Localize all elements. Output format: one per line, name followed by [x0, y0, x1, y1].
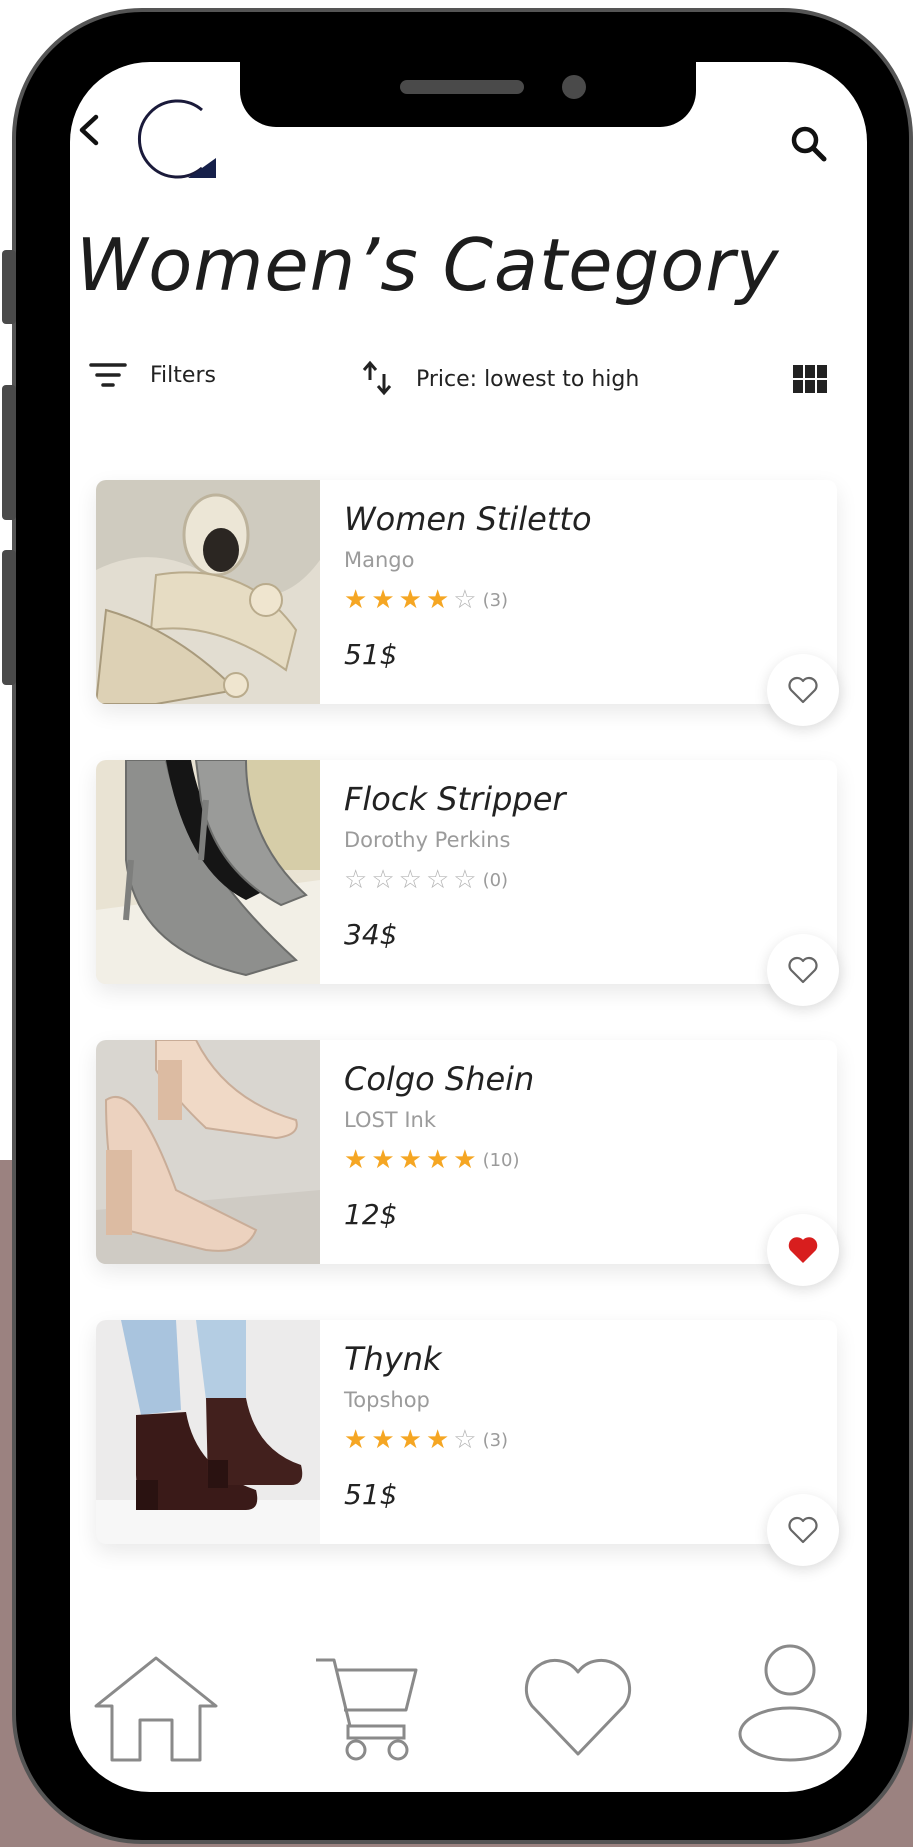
- product-image: [96, 760, 320, 984]
- star-empty-icon: ☆: [453, 585, 477, 615]
- cart-icon: [316, 1658, 418, 1761]
- brand-logo: [130, 90, 230, 185]
- rating-count: (3): [482, 1429, 509, 1451]
- rating-count: (10): [482, 1149, 520, 1171]
- product-brand: Dorothy Perkins: [344, 828, 511, 852]
- phone-side-button: [2, 250, 16, 324]
- grid-view-toggle[interactable]: [792, 364, 828, 394]
- favorite-button[interactable]: [767, 1214, 839, 1286]
- grid-view-icon: [793, 365, 827, 393]
- heart-filled-icon: [788, 1237, 818, 1263]
- heart-outline-icon: [788, 956, 818, 984]
- product-price: 34$: [344, 918, 398, 951]
- sort-arrows-icon: [362, 360, 392, 396]
- rating-count: (0): [482, 869, 509, 891]
- nav-home[interactable]: [92, 1654, 220, 1768]
- nav-favorites[interactable]: [522, 1656, 634, 1764]
- rating-count: (3): [482, 589, 509, 611]
- nav-cart[interactable]: [312, 1654, 424, 1768]
- phone-camera: [562, 75, 586, 99]
- home-icon: [94, 1656, 218, 1762]
- product-name: Flock Stripper: [344, 780, 566, 818]
- star-empty-icon: ☆: [344, 865, 368, 895]
- star-empty-icon: ☆: [371, 865, 395, 895]
- star-filled-icon: ★: [344, 1425, 368, 1455]
- phone-side-button: [2, 550, 16, 685]
- product-name: Colgo Shein: [344, 1060, 535, 1098]
- favorite-button[interactable]: [767, 1494, 839, 1566]
- star-empty-icon: ☆: [425, 865, 450, 895]
- rating-stars: ★ ★ ★ ★ ★ (10): [344, 1147, 520, 1173]
- product-image: [96, 480, 320, 704]
- product-price: 51$: [344, 1478, 398, 1511]
- star-empty-icon: ☆: [398, 865, 422, 895]
- product-brand: Mango: [344, 548, 415, 572]
- star-empty-icon: ☆: [453, 865, 477, 895]
- product-name: Thynk: [344, 1340, 442, 1378]
- star-filled-icon: ★: [371, 1145, 395, 1175]
- product-image: [96, 1320, 320, 1544]
- nav-profile[interactable]: [735, 1640, 845, 1768]
- favorite-button[interactable]: [767, 934, 839, 1006]
- product-brand: Topshop: [344, 1388, 430, 1412]
- product-image: [96, 1040, 320, 1264]
- back-button[interactable]: [70, 105, 110, 155]
- star-filled-icon: ★: [344, 585, 368, 615]
- star-filled-icon: ★: [425, 1145, 450, 1175]
- heart-outline-icon: [788, 676, 818, 704]
- product-brand: LOST Ink: [344, 1108, 436, 1132]
- rating-stars: ★ ★ ★ ★ ☆ (3): [344, 587, 508, 613]
- phone-speaker: [400, 80, 524, 94]
- star-filled-icon: ★: [398, 1425, 422, 1455]
- rating-stars: ☆ ☆ ☆ ☆ ☆ (0): [344, 867, 508, 893]
- product-price: 51$: [344, 638, 398, 671]
- list-toolbar: Filters Price: lowest to high: [0, 350, 913, 410]
- search-icon: [791, 126, 827, 162]
- product-name: Women Stiletto: [344, 500, 592, 538]
- star-filled-icon: ★: [425, 1425, 450, 1455]
- sort-label: Price: lowest to high: [416, 366, 640, 392]
- filters-button[interactable]: Filters: [88, 358, 216, 392]
- product-card[interactable]: Thynk Topshop ★ ★ ★ ★ ☆ (3) 51$: [96, 1320, 839, 1566]
- filter-icon: [89, 363, 127, 387]
- filters-label: Filters: [150, 362, 216, 388]
- favorite-button[interactable]: [767, 654, 839, 726]
- phone-notch: [240, 62, 696, 127]
- page-title: Women’s Category: [76, 223, 780, 307]
- heart-icon: [524, 1658, 632, 1756]
- sort-button[interactable]: Price: lowest to high: [360, 358, 639, 400]
- rating-stars: ★ ★ ★ ★ ☆ (3): [344, 1427, 508, 1453]
- bottom-nav: [0, 1640, 913, 1780]
- product-card[interactable]: Women Stiletto Mango ★ ★ ★ ★ ☆ (3) 51$: [96, 480, 839, 726]
- product-card[interactable]: Colgo Shein LOST Ink ★ ★ ★ ★ ★ (10) 12$: [96, 1040, 839, 1286]
- star-filled-icon: ★: [344, 1145, 368, 1175]
- chevron-left-icon: [79, 114, 99, 146]
- profile-icon: [738, 1644, 842, 1762]
- search-button[interactable]: [785, 120, 835, 170]
- star-filled-icon: ★: [453, 1145, 477, 1175]
- heart-outline-icon: [788, 1516, 818, 1544]
- star-filled-icon: ★: [398, 1145, 422, 1175]
- star-empty-icon: ☆: [453, 1425, 477, 1455]
- star-filled-icon: ★: [398, 585, 422, 615]
- product-card[interactable]: Flock Stripper Dorothy Perkins ☆ ☆ ☆ ☆ ☆…: [96, 760, 839, 1006]
- star-filled-icon: ★: [371, 585, 395, 615]
- star-filled-icon: ★: [425, 585, 450, 615]
- star-filled-icon: ★: [371, 1425, 395, 1455]
- product-price: 12$: [344, 1198, 398, 1231]
